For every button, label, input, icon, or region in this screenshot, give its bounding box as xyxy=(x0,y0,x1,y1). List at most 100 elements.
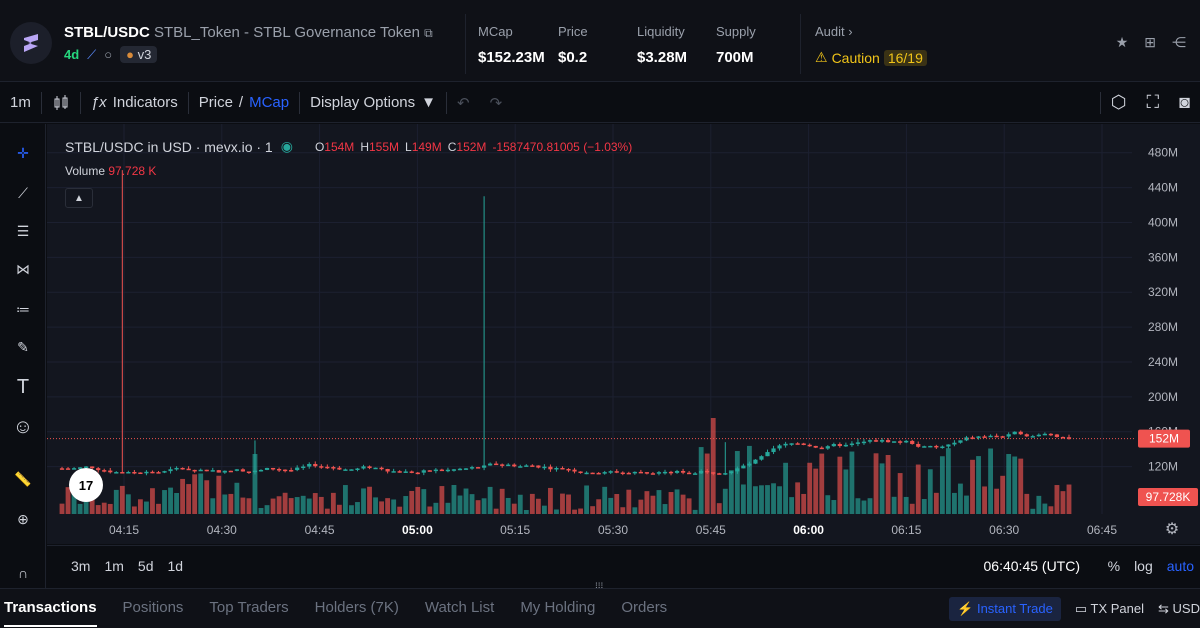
volume-bar xyxy=(306,498,312,514)
copy-icon[interactable]: ⧉ xyxy=(424,26,433,40)
tab-top-traders[interactable]: Top Traders xyxy=(209,599,288,627)
volume-bar xyxy=(789,497,795,514)
volume-bar xyxy=(602,486,608,514)
volume-bar xyxy=(1042,503,1048,514)
candle-body xyxy=(753,459,758,464)
tab-orders[interactable]: Orders xyxy=(621,599,667,627)
range-1d[interactable]: 1d xyxy=(167,558,183,574)
audit-section[interactable]: Audit › ⚠ Caution 16/19 xyxy=(815,24,927,66)
interval-button[interactable]: 1m xyxy=(0,83,41,123)
camera-icon[interactable]: ◙ xyxy=(1169,83,1200,123)
volume-tag: 97.728K xyxy=(1146,490,1191,504)
search-icon[interactable]: ○ xyxy=(104,47,112,62)
zoom-icon[interactable]: ⊕ xyxy=(8,504,38,534)
volume-bar xyxy=(626,489,632,514)
volume-bar xyxy=(1030,508,1036,514)
volume-bar xyxy=(783,462,788,514)
tab-my-holding[interactable]: My Holding xyxy=(520,599,595,627)
volume-bar xyxy=(511,503,517,514)
volume-bar xyxy=(753,486,758,514)
candle-body xyxy=(192,469,197,472)
candle-body xyxy=(928,445,933,448)
pattern-icon[interactable]: ⋈ xyxy=(8,254,38,284)
volume-bar xyxy=(451,484,457,514)
utc-clock[interactable]: 06:40:45 (UTC) xyxy=(984,558,1080,574)
brush-icon[interactable]: ✎ xyxy=(8,332,38,362)
tab-positions[interactable]: Positions xyxy=(123,599,184,627)
star-icon[interactable]: ★ xyxy=(1116,34,1129,51)
magnet-icon[interactable]: ∩ xyxy=(8,558,38,588)
display-options-button[interactable]: Display Options ▼ xyxy=(300,83,446,123)
range-3m[interactable]: 3m xyxy=(71,558,90,574)
candle-body xyxy=(415,472,420,475)
tab-watch-list[interactable]: Watch List xyxy=(425,599,494,627)
fib-icon[interactable]: ≔ xyxy=(8,294,38,324)
trend-line-icon[interactable]: ⟋ xyxy=(8,178,38,208)
chart-type-candles-icon[interactable] xyxy=(42,83,80,123)
volume-bar xyxy=(837,456,843,514)
range-1m[interactable]: 1m xyxy=(104,558,123,574)
redo-icon[interactable]: ↷ xyxy=(480,83,513,123)
token-logo-icon xyxy=(10,22,52,64)
emoji-icon[interactable]: ☺ xyxy=(8,412,38,442)
indicators-button[interactable]: ƒx Indicators xyxy=(81,83,188,123)
bottom-tabs: Transactions Positions Top Traders Holde… xyxy=(0,588,1200,628)
volume-bar xyxy=(125,494,131,514)
share-icon[interactable]: ⋲ xyxy=(1172,34,1186,51)
tab-holders[interactable]: Holders (7K) xyxy=(315,599,399,627)
candle-body xyxy=(892,441,897,443)
volume-bar xyxy=(897,473,903,514)
candle-body xyxy=(379,467,384,470)
candlestick-chart[interactable]: 480M440M400M360M320M280M240M200M160M120M… xyxy=(47,124,1200,544)
price-chart[interactable]: 480M440M400M360M320M280M240M200M160M120M… xyxy=(47,124,1200,544)
volume-bar xyxy=(234,482,240,514)
undo-icon[interactable]: ↶ xyxy=(447,83,480,123)
tradingview-logo[interactable]: 17 xyxy=(69,468,103,502)
auto-toggle[interactable]: auto xyxy=(1167,558,1194,574)
tab-transactions[interactable]: Transactions xyxy=(4,599,97,627)
candle-body xyxy=(674,470,680,473)
candle-body xyxy=(132,471,137,474)
candle-body xyxy=(530,465,535,467)
volume-bar xyxy=(222,494,228,514)
y-tick-label: 400M xyxy=(1148,215,1178,229)
lightning-icon: ⚡ xyxy=(957,601,974,616)
text-icon[interactable]: T xyxy=(8,372,38,402)
candle-body xyxy=(216,470,221,473)
caution-label: Caution xyxy=(831,49,880,66)
fullscreen-icon[interactable]: ⛶ xyxy=(1137,83,1170,123)
candle-body xyxy=(319,466,324,468)
volume-bar xyxy=(873,453,879,514)
volume-bar xyxy=(554,509,559,514)
volume-bar xyxy=(131,506,137,514)
token-header: STBL/USDC STBL_Token - STBL Governance T… xyxy=(0,0,1200,82)
volume-bar xyxy=(445,502,451,514)
candle-body xyxy=(789,443,794,445)
candle-body xyxy=(475,467,481,469)
instant-trade-button[interactable]: ⚡ Instant Trade xyxy=(949,597,1061,621)
horizontal-lines-icon[interactable]: ☰ xyxy=(8,216,38,246)
axis-settings-icon[interactable]: ⚙ xyxy=(1165,521,1179,538)
price-mcap-toggle[interactable]: Price / MCap xyxy=(189,83,299,123)
chart-title: STBL/USDC in USD · mevx.io · 1 xyxy=(65,138,273,155)
range-5d[interactable]: 5d xyxy=(138,558,154,574)
add-chart-icon[interactable]: ⊞ xyxy=(1144,34,1156,51)
tx-panel-button[interactable]: ▭ TX Panel xyxy=(1075,601,1144,617)
candle-body xyxy=(620,472,625,475)
usd-toggle[interactable]: ⇆ USD xyxy=(1158,601,1200,617)
crosshair-icon[interactable]: ✛ xyxy=(8,138,38,168)
candle-body xyxy=(596,472,601,475)
candle-body xyxy=(1018,431,1023,435)
percent-toggle[interactable]: % xyxy=(1108,558,1120,574)
volume-bar xyxy=(620,507,626,514)
feather-icon[interactable]: ⟋ xyxy=(87,47,96,63)
log-toggle[interactable]: log xyxy=(1134,558,1153,574)
collapse-legend-button[interactable]: ▲ xyxy=(65,188,93,208)
visibility-dot-icon[interactable]: ◉ xyxy=(281,138,293,155)
ruler-icon[interactable]: 📏 xyxy=(8,464,38,494)
y-tick-label: 480M xyxy=(1148,146,1178,160)
candle-body xyxy=(885,440,891,443)
volume-bar xyxy=(330,492,336,514)
candle-body xyxy=(656,472,662,474)
settings-gear-icon[interactable]: ⬡ xyxy=(1101,83,1137,123)
